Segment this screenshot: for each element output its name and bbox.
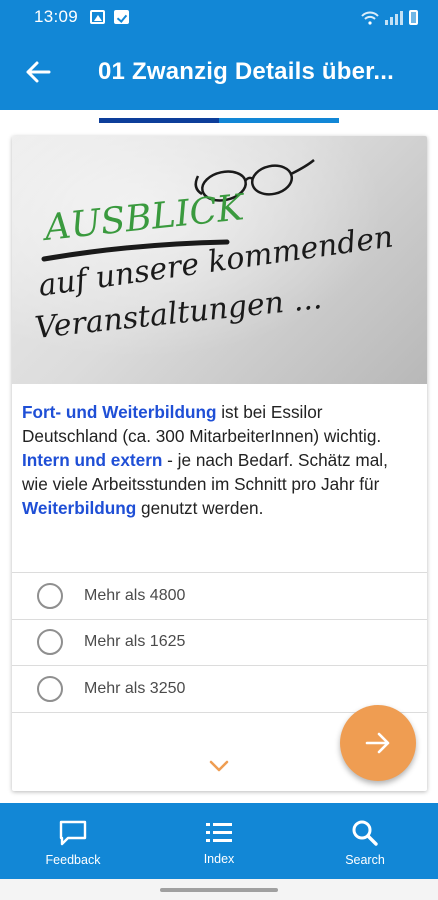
question-part-6: genutzt werden. (136, 498, 264, 518)
answer-option-2[interactable]: Mehr als 1625 (12, 620, 427, 666)
signal-icon (385, 11, 403, 25)
nav-search[interactable]: Search (292, 803, 438, 879)
search-icon (352, 820, 378, 846)
nav-feedback[interactable]: Feedback (0, 803, 146, 879)
answer-label: Mehr als 1625 (84, 633, 186, 651)
progress-fill (99, 118, 219, 123)
list-icon (206, 823, 232, 842)
status-time: 13:09 (34, 7, 79, 26)
wifi-icon (361, 11, 379, 25)
battery-icon (409, 10, 418, 25)
radio-button[interactable] (37, 629, 63, 656)
question-highlight-2: Intern und extern (22, 450, 163, 470)
system-navigation-bar (0, 879, 438, 900)
app-bar: 01 Zwanzig Details über... (0, 34, 438, 110)
answer-option-3[interactable]: Mehr als 3250 (12, 666, 427, 713)
answer-option-1[interactable]: Mehr als 4800 (12, 573, 427, 620)
arrow-left-icon (26, 61, 51, 83)
chevron-down-icon[interactable] (208, 758, 230, 774)
question-card: AUSBLICK auf unsere kommenden Veranstalt… (12, 136, 427, 791)
bottom-navigation: Feedback Index Search (0, 803, 438, 879)
question-image: AUSBLICK auf unsere kommenden Veranstalt… (12, 136, 427, 384)
chat-icon (59, 820, 87, 846)
nav-label: Feedback (45, 853, 101, 867)
answer-list: Mehr als 4800 Mehr als 1625 Mehr als 325… (12, 572, 427, 713)
nav-label: Index (203, 852, 235, 866)
radio-button[interactable] (37, 582, 63, 609)
next-button[interactable] (340, 705, 416, 781)
checkbox-icon (114, 10, 130, 24)
question-text: Fort- und Weiterbildung ist bei Essilor … (12, 384, 427, 572)
radio-button[interactable] (37, 675, 63, 702)
image-icon (90, 10, 106, 24)
nav-label: Search (345, 853, 385, 867)
arrow-right-icon (365, 732, 390, 754)
nav-index[interactable]: Index (146, 803, 292, 879)
status-bar: 13:09 (0, 0, 438, 34)
answer-label: Mehr als 3250 (84, 679, 186, 697)
page-title: 01 Zwanzig Details über... (98, 58, 394, 85)
back-button[interactable] (0, 34, 76, 110)
question-highlight-1: Fort- und Weiterbildung (22, 402, 217, 422)
question-highlight-3: Weiterbildung (22, 498, 137, 518)
home-gesture-pill[interactable] (160, 888, 278, 892)
notification-icons (90, 10, 130, 24)
progress-bar (99, 118, 339, 123)
system-status-icons (361, 9, 418, 25)
answer-label: Mehr als 4800 (84, 586, 186, 604)
